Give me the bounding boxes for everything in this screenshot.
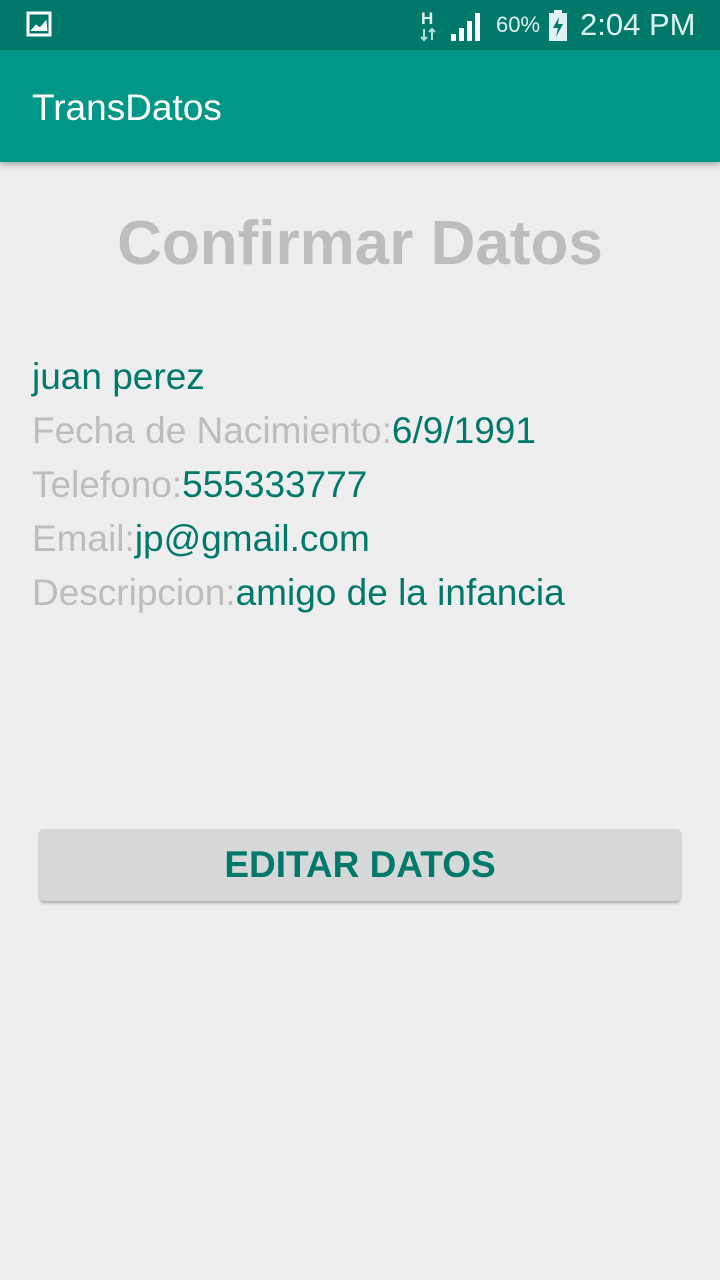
email-value: jp@gmail.com	[134, 518, 370, 559]
phone-value: 555333777	[182, 464, 368, 505]
battery-charging-icon	[549, 10, 567, 41]
phone-label: Telefono:	[32, 464, 183, 505]
description-value: amigo de la infancia	[235, 572, 565, 613]
app-bar: TransDatos	[0, 50, 720, 162]
phone-row: Telefono:555333777	[32, 463, 367, 507]
birth-date-row: Fecha de Nacimiento:6/9/1991	[32, 409, 536, 453]
birth-date-label: Fecha de Nacimiento:	[32, 410, 392, 451]
description-row: Descripcion:amigo de la infancia	[32, 571, 565, 615]
page-title: Confirmar Datos	[117, 209, 603, 278]
app-title: TransDatos	[32, 87, 222, 128]
cell-signal-icon	[451, 13, 480, 41]
network-type-label: H	[421, 9, 433, 28]
email-label: Email:	[32, 518, 135, 559]
birth-date-value: 6/9/1991	[391, 410, 536, 451]
email-row: Email:jp@gmail.com	[32, 517, 370, 561]
network-type-icon: H	[420, 9, 436, 42]
description-label: Descripcion:	[32, 572, 236, 613]
edit-data-button[interactable]: EDITAR DATOS	[40, 829, 680, 901]
contact-name: juan perez	[32, 356, 205, 397]
status-time: 2:04 PM	[580, 7, 696, 42]
image-notification-icon	[26, 11, 52, 37]
battery-percent: 60%	[496, 12, 541, 37]
status-bar: H 60% 2:04 PM	[0, 0, 720, 50]
